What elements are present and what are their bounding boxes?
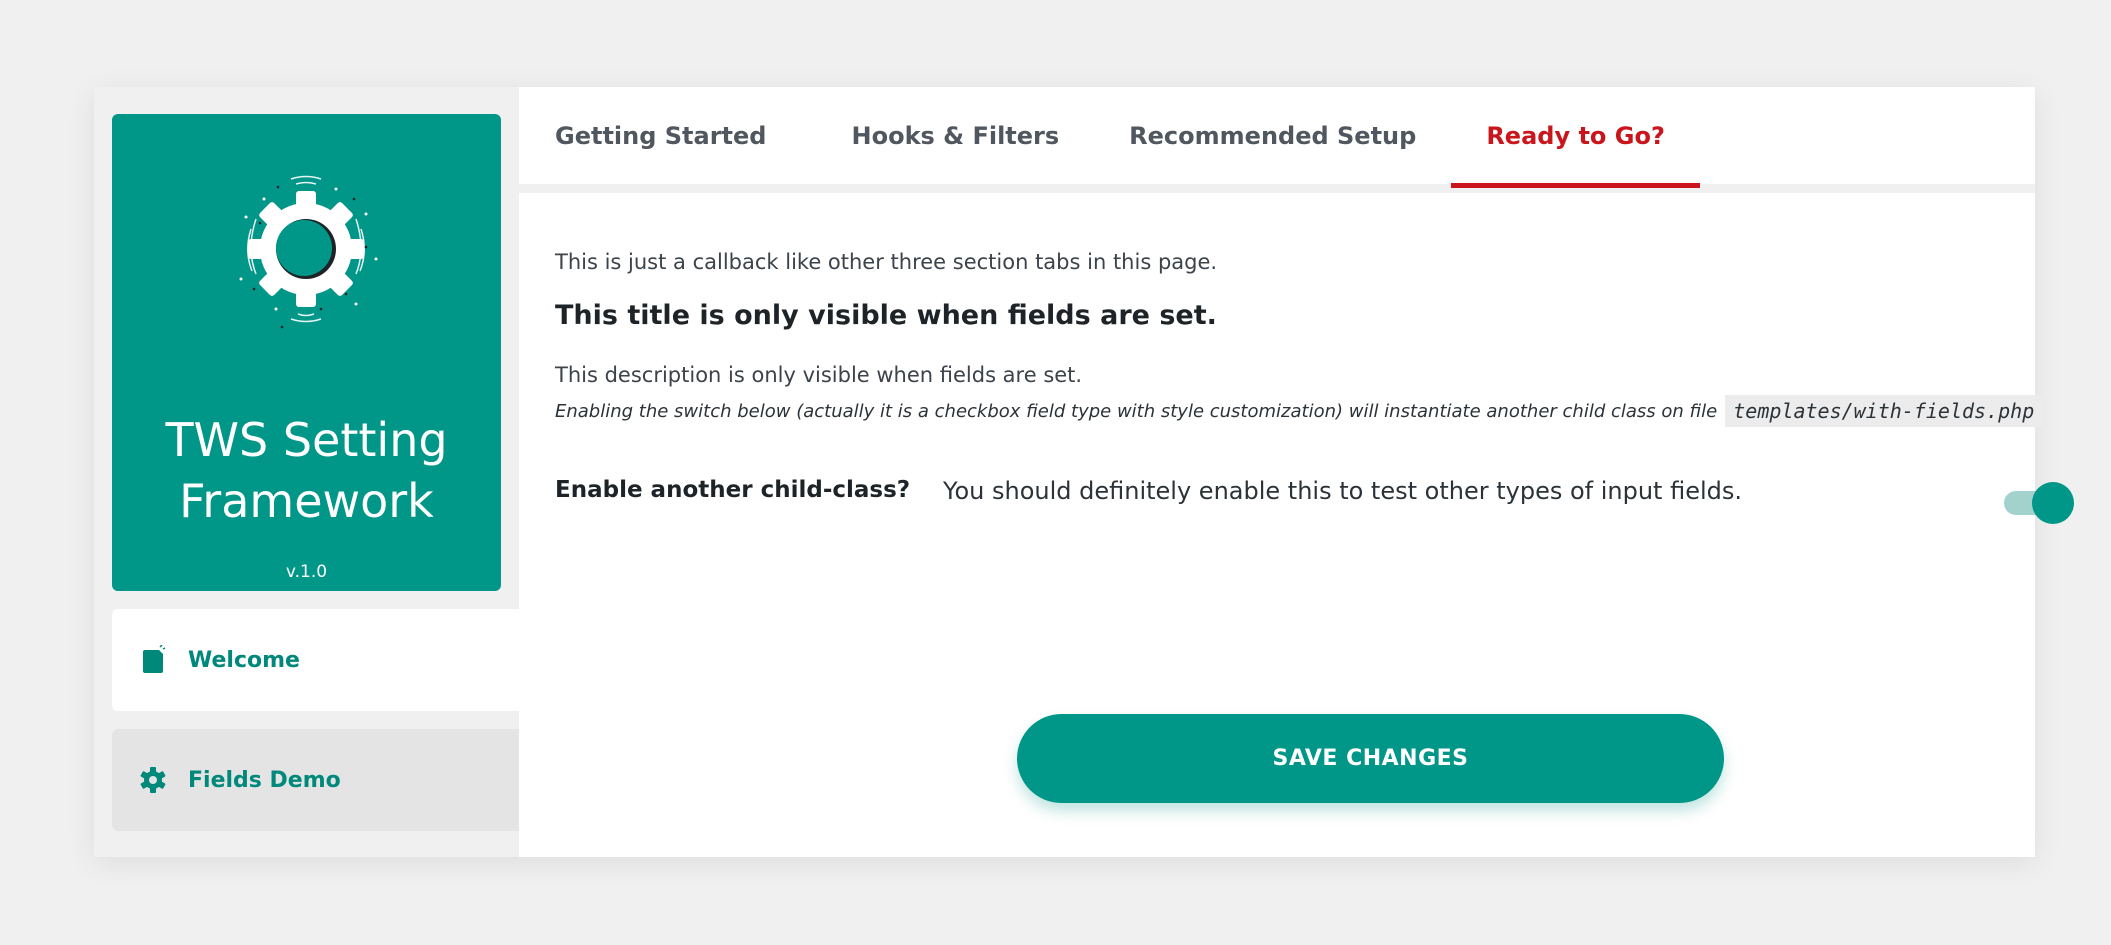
- tab-bar: Getting Started Hooks & Filters Recommen…: [519, 87, 2035, 193]
- save-changes-button[interactable]: SAVE CHANGES: [1017, 714, 1724, 803]
- brand-title-line2: Framework: [179, 474, 434, 528]
- document-icon: [138, 645, 168, 675]
- section-note-text: Enabling the switch below (actually it i…: [555, 400, 1718, 422]
- toggle-knob: [2032, 482, 2074, 524]
- tab-hooks-filters[interactable]: Hooks & Filters: [817, 87, 1095, 184]
- sidebar-item-label: Fields Demo: [188, 767, 341, 793]
- sidebar-item-welcome[interactable]: Welcome: [112, 609, 519, 711]
- tab-recommended-setup[interactable]: Recommended Setup: [1094, 87, 1451, 184]
- brand-title: TWS Setting Framework: [112, 410, 501, 532]
- brand-title-line1: TWS Setting: [165, 413, 448, 467]
- brand-card: TWS Setting Framework v.1.0: [112, 114, 501, 591]
- section-title: This title is only visible when fields a…: [555, 300, 1217, 331]
- section-description: This description is only visible when fi…: [555, 363, 1083, 387]
- enable-child-class-toggle[interactable]: [2004, 481, 2076, 524]
- field-description: You should definitely enable this to tes…: [943, 477, 1743, 505]
- sidebar: TWS Setting Framework v.1.0 Welcome Fiel…: [94, 87, 519, 857]
- field-row-enable-child-class: Enable another child-class? You should d…: [555, 477, 2074, 527]
- settings-panel: TWS Setting Framework v.1.0 Welcome Fiel…: [94, 87, 2074, 857]
- field-label: Enable another child-class?: [555, 477, 911, 503]
- brand-version: v.1.0: [285, 562, 328, 582]
- sidebar-item-fields-demo[interactable]: Fields Demo: [112, 729, 519, 831]
- file-path-code: templates/with-fields.php: [1725, 395, 2043, 427]
- gear-icon: [138, 765, 168, 795]
- intro-text: This is just a callback like other three…: [555, 250, 1218, 274]
- section-note: Enabling the switch below (actually it i…: [555, 395, 2043, 427]
- sidebar-item-label: Welcome: [188, 647, 300, 673]
- gear-icon: [239, 175, 378, 329]
- tab-getting-started[interactable]: Getting Started: [519, 87, 817, 184]
- tab-ready-to-go[interactable]: Ready to Go?: [1451, 87, 1700, 188]
